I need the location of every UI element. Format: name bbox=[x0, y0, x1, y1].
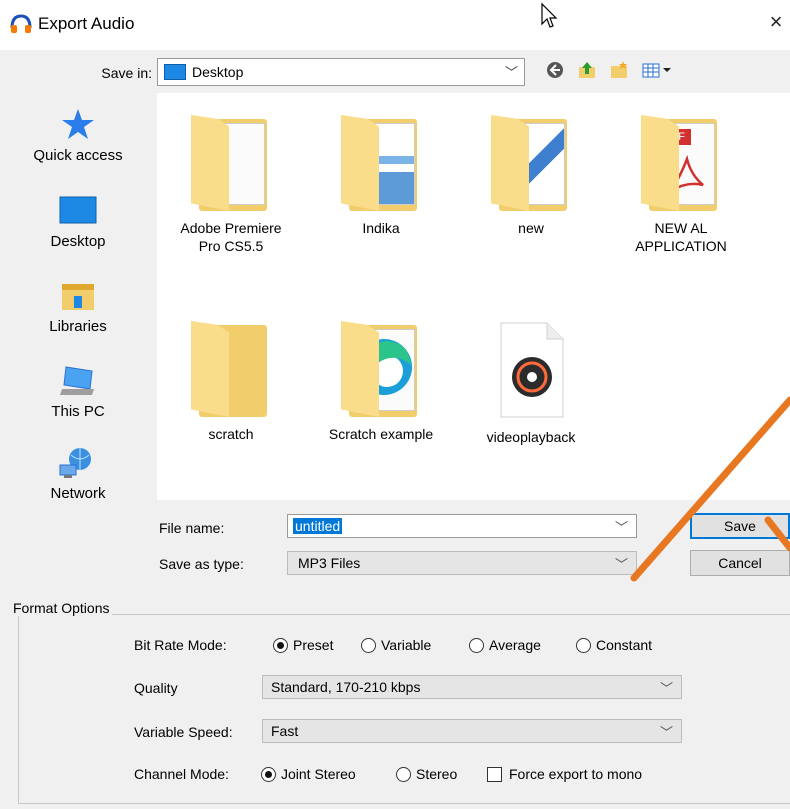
pdf-folder-icon: PDF bbox=[641, 115, 721, 213]
file-item-label: new bbox=[518, 220, 544, 236]
place-desktop[interactable]: Desktop bbox=[7, 193, 149, 250]
cancel-button[interactable]: Cancel bbox=[690, 550, 790, 576]
folder-icon bbox=[191, 115, 271, 213]
radio-joint-stereo-label: Joint Stereo bbox=[281, 766, 356, 782]
window-title: Export Audio bbox=[38, 14, 135, 33]
file-name-label: File name: bbox=[159, 520, 225, 536]
close-icon[interactable]: × bbox=[762, 9, 790, 35]
network-icon bbox=[59, 448, 91, 478]
quick-access-icon bbox=[62, 109, 94, 139]
file-name-input[interactable]: untitled ﹀ bbox=[287, 514, 637, 538]
save-button[interactable]: Save bbox=[690, 513, 790, 539]
variable-speed-label: Variable Speed: bbox=[134, 724, 233, 740]
force-mono-checkbox[interactable] bbox=[487, 767, 502, 782]
file-item-label: Adobe Premiere Pro CS5.5 bbox=[180, 220, 282, 254]
radio-variable[interactable] bbox=[361, 638, 376, 653]
place-quick-access[interactable]: Quick access bbox=[7, 107, 149, 164]
libraries-icon bbox=[62, 284, 94, 310]
media-file-icon bbox=[500, 322, 564, 418]
save-in-dropdown[interactable]: Desktop ﹀ bbox=[157, 58, 525, 86]
format-options-title: Format Options bbox=[10, 600, 113, 616]
folder-icon bbox=[491, 115, 571, 213]
file-item[interactable]: Indika bbox=[307, 115, 455, 237]
radio-average[interactable] bbox=[469, 638, 484, 653]
radio-constant-label: Constant bbox=[596, 637, 653, 653]
quality-label: Quality bbox=[134, 680, 178, 696]
audacity-app-icon bbox=[10, 14, 32, 33]
places-bar: Quick access Desktop Libraries This PC N… bbox=[7, 93, 149, 513]
chevron-down-icon: ﹀ bbox=[614, 520, 628, 535]
place-this-pc[interactable]: This PC bbox=[7, 363, 149, 420]
file-name-value: untitled bbox=[293, 518, 343, 534]
quality-dropdown[interactable]: Standard, 170-210 kbps ﹀ bbox=[262, 675, 682, 699]
radio-stereo[interactable] bbox=[396, 767, 411, 782]
file-list[interactable]: Adobe PremierePro CS5.5 Indika new PDF N… bbox=[157, 93, 790, 500]
radio-joint-stereo[interactable] bbox=[261, 767, 276, 782]
save-as-type-label: Save as type: bbox=[159, 556, 244, 572]
file-item[interactable]: Scratch example bbox=[307, 321, 455, 443]
file-item[interactable]: Adobe Premiere Pro CS5.5 bbox=[157, 115, 305, 255]
view-menu-icon[interactable] bbox=[640, 60, 674, 84]
radio-constant[interactable] bbox=[576, 638, 591, 653]
chevron-down-icon: ﹀ bbox=[659, 681, 673, 696]
place-label: Desktop bbox=[50, 233, 106, 250]
place-label: Network bbox=[50, 485, 106, 502]
chevron-down-icon: ﹀ bbox=[614, 557, 628, 572]
chevron-down-icon: ﹀ bbox=[504, 65, 518, 80]
place-label: Quick access bbox=[33, 147, 123, 164]
place-network[interactable]: Network bbox=[7, 445, 149, 502]
chevron-down-icon: ﹀ bbox=[659, 725, 673, 740]
channel-mode-label: Channel Mode: bbox=[134, 766, 229, 782]
file-item-label: scratch bbox=[208, 426, 254, 442]
radio-preset[interactable] bbox=[273, 638, 288, 653]
bit-rate-mode-label: Bit Rate Mode: bbox=[134, 637, 227, 653]
place-label: Libraries bbox=[49, 318, 107, 335]
save-as-type-dropdown[interactable]: MP3 Files ﹀ bbox=[287, 551, 637, 575]
save-in-label: Save in: bbox=[101, 65, 152, 81]
mouse-cursor-icon bbox=[541, 2, 558, 28]
file-item-label: videoplayback bbox=[486, 429, 576, 445]
radio-preset-label: Preset bbox=[293, 637, 334, 653]
back-icon[interactable] bbox=[544, 60, 566, 84]
place-label: This PC bbox=[51, 403, 105, 420]
quality-value: Standard, 170-210 kbps bbox=[271, 679, 421, 695]
file-item[interactable]: scratch bbox=[157, 321, 305, 443]
place-libraries[interactable]: Libraries bbox=[7, 278, 149, 335]
file-item[interactable]: videoplayback bbox=[457, 321, 605, 446]
file-item-label: NEW AL APPLICATION bbox=[635, 220, 727, 254]
file-item-label: Indika bbox=[362, 220, 400, 236]
variable-speed-value: Fast bbox=[271, 723, 299, 739]
new-folder-icon[interactable] bbox=[608, 60, 630, 84]
file-item[interactable]: new bbox=[457, 115, 605, 237]
folder-icon bbox=[341, 115, 421, 213]
radio-variable-label: Variable bbox=[381, 637, 432, 653]
folder-icon bbox=[191, 321, 271, 419]
radio-average-label: Average bbox=[489, 637, 541, 653]
this-pc-icon bbox=[60, 366, 94, 395]
edge-folder-icon bbox=[341, 321, 421, 419]
radio-stereo-label: Stereo bbox=[416, 766, 458, 782]
variable-speed-dropdown[interactable]: Fast ﹀ bbox=[262, 719, 682, 743]
save-as-type-value: MP3 Files bbox=[298, 555, 361, 571]
desktop-folder-icon bbox=[164, 64, 186, 80]
file-item-label: Scratch example bbox=[328, 426, 434, 442]
up-folder-icon[interactable] bbox=[576, 60, 598, 84]
desktop-icon bbox=[59, 196, 97, 224]
file-item[interactable]: PDF NEW ALAPPLICATION bbox=[607, 115, 755, 255]
save-in-value: Desktop bbox=[192, 64, 244, 80]
force-mono-label: Force export to mono bbox=[509, 766, 643, 782]
